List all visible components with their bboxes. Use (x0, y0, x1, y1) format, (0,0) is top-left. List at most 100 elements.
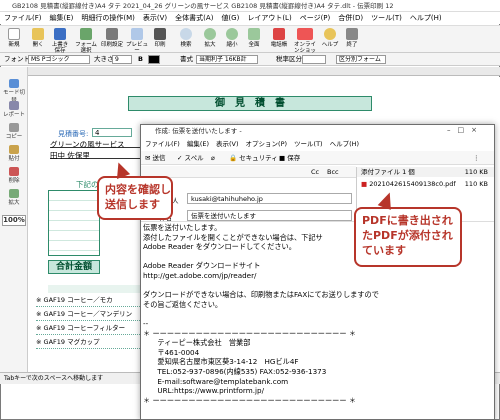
save-button[interactable]: 上書き保存 (50, 28, 70, 54)
section-form-select[interactable]: 区分別フォーム (336, 55, 386, 64)
bcc-button[interactable]: Bcc (327, 166, 339, 178)
estimate-no-field[interactable]: 4 (92, 128, 132, 137)
row-item: GAF19 コーヒー／モカ (43, 296, 113, 304)
report-button[interactable]: レポート (2, 101, 26, 119)
document-heading: 御 見 積 書 (128, 96, 372, 111)
mail-menu-options[interactable]: オプション(P) (246, 140, 288, 148)
mail-menu-help[interactable]: ヘルプ(H) (330, 140, 359, 148)
attachment-total-size: 110 KB (464, 168, 488, 176)
subject-field[interactable]: 伝票を送付いたします (187, 210, 352, 221)
estimate-no-label: 見積番号: (58, 130, 89, 138)
format-bar: フォント名 MS Pゴシック 大きさ 9 B 書式 当期利子 16KB計 税率区… (0, 53, 500, 66)
menu-view[interactable]: 表示(V) (143, 14, 167, 22)
menu-tools[interactable]: ツール(T) (371, 14, 402, 22)
window-controls[interactable]: –□× (447, 126, 493, 137)
menu-value[interactable]: 値(G) (221, 14, 239, 22)
attach-button[interactable]: ⌀ (211, 151, 215, 165)
mail-format-bar: Cc Bcc (141, 166, 356, 178)
menu-merge[interactable]: 合併(D) (338, 14, 363, 22)
side-panel: モード切替 レポート コピー 貼付 削除 拡大 100% (0, 67, 28, 377)
font-select[interactable]: MS Pゴシック (28, 55, 90, 64)
copy-icon (9, 123, 19, 132)
send-button[interactable]: ✉ 送信 (145, 151, 166, 165)
attachment-size: 110 KB (464, 180, 488, 188)
menu-rows[interactable]: 明細行の操作(M) (81, 14, 135, 22)
mail-menu-view[interactable]: 表示(V) (216, 140, 239, 148)
mail-toolbar: ✉ 送信 ✓ スペル ⌀ 🔒 セキュリティ ■ 保存 ⋮ (141, 151, 494, 165)
size-select[interactable]: 9 (112, 55, 132, 64)
mode-switch-button[interactable]: モード切替 (2, 79, 26, 104)
save-mail-button[interactable]: ■ 保存 (279, 151, 300, 165)
menu-file[interactable]: ファイル(F) (4, 14, 42, 22)
format-select[interactable]: 当期利子 16KB計 (196, 55, 258, 64)
print-settings-button[interactable]: 印刷設定 (100, 28, 124, 52)
row-mark: ※ (36, 324, 42, 332)
printer-icon (154, 28, 166, 40)
size-label: 大きさ (94, 55, 114, 63)
color-picker[interactable] (148, 55, 160, 64)
help-button[interactable]: ヘルプ (320, 28, 340, 52)
mail-menu-edit[interactable]: 編集(E) (187, 140, 209, 148)
spell-button[interactable]: ✓ スペル (177, 151, 204, 165)
exit-button[interactable]: 終了 (342, 28, 362, 52)
zoom-out-button[interactable]: 縮小 (222, 28, 242, 52)
attachment-filename: 2021042615409138c0.pdf (369, 180, 456, 188)
save-icon (54, 28, 66, 40)
row-mark: ※ (36, 310, 42, 318)
expand-button[interactable]: 拡大 (2, 189, 26, 207)
report-icon (9, 101, 19, 110)
menu-format[interactable]: 全体書式(A) (175, 14, 213, 22)
folder-icon (32, 28, 44, 40)
phonebook-button[interactable]: 電話帳 (268, 28, 290, 52)
tax-select[interactable] (302, 55, 326, 64)
new-doc-icon (8, 28, 20, 40)
attachment-item[interactable]: ■ 2021042615409138c0.pdf 110 KB (357, 179, 494, 190)
preview-button[interactable]: プレビュー (126, 28, 148, 54)
app-titlebar: GB2108 見積書(縦罫線付き)A4 タテ 2021_04_26 グリーンの風… (0, 0, 500, 12)
print-button[interactable]: 印刷 (150, 28, 170, 52)
menu-page[interactable]: ページ(P) (300, 14, 331, 22)
from-field[interactable]: kusaki@tahihuheho.jp (187, 193, 352, 204)
row-item: GAF19 マグカップ (43, 338, 100, 346)
exit-icon (346, 28, 358, 40)
paperclip-icon: ⌀ (211, 154, 215, 162)
cc-button[interactable]: Cc (311, 166, 319, 178)
paste-button[interactable]: 貼付 (2, 145, 26, 163)
format-label: 書式 (180, 55, 193, 63)
attachment-header: 添付ファイル 1 個 110 KB (357, 167, 494, 177)
delete-button[interactable]: 削除 (2, 167, 26, 185)
zoom-in-button[interactable]: 拡大 (200, 28, 220, 52)
lock-icon: 🔒 (229, 154, 238, 162)
delete-icon (9, 167, 19, 176)
pdf-icon: ■ (361, 180, 368, 188)
form-select-button[interactable]: フォーム選択 (74, 28, 98, 54)
menu-edit[interactable]: 編集(E) (50, 14, 74, 22)
mail-menu-file[interactable]: ファイル(F) (145, 140, 180, 148)
help-icon (324, 28, 336, 40)
send-icon: ✉ (145, 154, 151, 162)
printer-settings-icon (106, 28, 118, 40)
mail-menu-tools[interactable]: ツール(T) (294, 140, 323, 148)
search-icon (180, 28, 192, 40)
shop-icon (297, 28, 313, 40)
zoom-out-icon (226, 28, 238, 40)
open-button[interactable]: 開く (28, 28, 48, 52)
mail-menubar: ファイル(F) 編集(E) 表示(V) オプション(P) ツール(T) ヘルプ(H) (141, 138, 494, 150)
main-toolbar: 新規 開く 上書き保存 フォーム選択 印刷設定 プレビュー 印刷 検索 拡大 縮… (0, 25, 500, 60)
bold-button[interactable]: B (138, 53, 143, 66)
phonebook-icon (273, 28, 285, 40)
online-shop-button[interactable]: オンラインショップ (292, 28, 318, 60)
new-button[interactable]: 新規 (4, 28, 24, 52)
menu-help[interactable]: ヘルプ(H) (410, 14, 442, 22)
more-button[interactable]: ⋮ (473, 151, 480, 165)
mode-icon (9, 79, 19, 88)
callout-confirm-send: 内容を確認し 送信します (97, 176, 173, 220)
zoom-level[interactable]: 100% (2, 215, 26, 226)
copy-button[interactable]: コピー (2, 123, 26, 141)
tax-label: 税率区分 (276, 55, 302, 63)
search-button[interactable]: 検索 (176, 28, 196, 52)
menu-layout[interactable]: レイアウト(L) (247, 14, 291, 22)
security-button[interactable]: 🔒 セキュリティ (229, 151, 278, 165)
attachment-count: 添付ファイル 1 個 (361, 168, 415, 176)
fullscreen-button[interactable]: 全面 (244, 28, 264, 52)
